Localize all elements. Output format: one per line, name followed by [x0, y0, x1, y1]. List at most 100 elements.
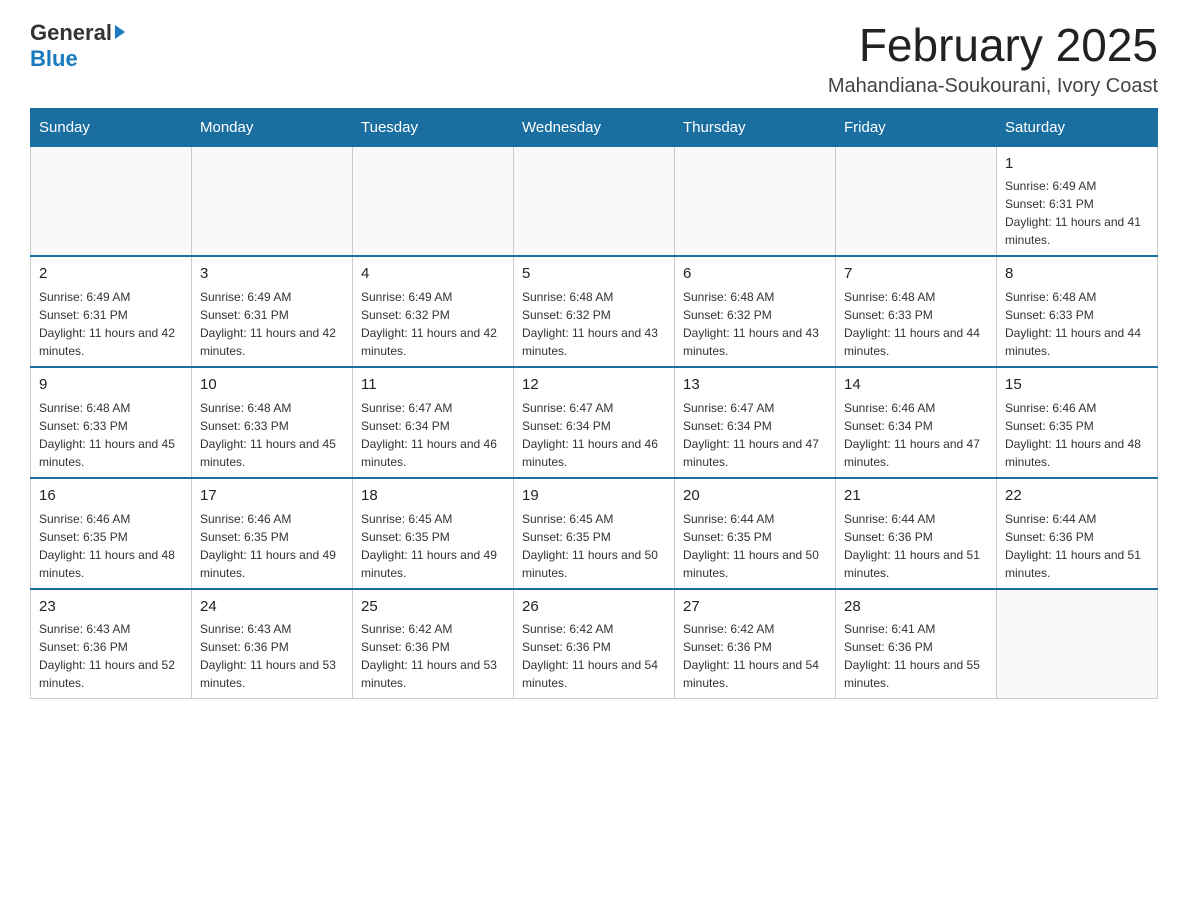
- day-info: Sunrise: 6:49 AM Sunset: 6:31 PM Dayligh…: [1005, 177, 1149, 249]
- calendar-table: SundayMondayTuesdayWednesdayThursdayFrid…: [30, 108, 1158, 700]
- day-number: 16: [39, 485, 183, 507]
- calendar-cell: [353, 146, 514, 256]
- day-info: Sunrise: 6:46 AM Sunset: 6:35 PM Dayligh…: [200, 510, 344, 582]
- day-info: Sunrise: 6:45 AM Sunset: 6:35 PM Dayligh…: [361, 510, 505, 582]
- day-number: 27: [683, 596, 827, 618]
- calendar-cell: 16 Sunrise: 6:46 AM Sunset: 6:35 PM Dayli…: [31, 478, 192, 589]
- day-number: 2: [39, 263, 183, 285]
- calendar-cell: 8 Sunrise: 6:48 AM Sunset: 6:33 PM Daylig…: [997, 256, 1158, 367]
- subtitle: Mahandiana-Soukourani, Ivory Coast: [828, 75, 1158, 98]
- calendar-cell: 3Sunrise: 6:49 AM Sunset: 6:31 PM Daylig…: [192, 256, 353, 367]
- calendar-header-thursday: Thursday: [675, 108, 836, 146]
- calendar-cell: [31, 146, 192, 256]
- calendar-cell: 18Sunrise: 6:45 AM Sunset: 6:35 PM Dayli…: [353, 478, 514, 589]
- day-info: Sunrise: 6:45 AM Sunset: 6:35 PM Dayligh…: [522, 510, 666, 582]
- day-number: 12: [522, 374, 666, 396]
- calendar-header-row: SundayMondayTuesdayWednesdayThursdayFrid…: [31, 108, 1158, 146]
- calendar-header-friday: Friday: [836, 108, 997, 146]
- logo-general-text: General: [30, 20, 112, 46]
- calendar-cell: 12Sunrise: 6:47 AM Sunset: 6:34 PM Dayli…: [514, 367, 675, 478]
- calendar-cell: 23Sunrise: 6:43 AM Sunset: 6:36 PM Dayli…: [31, 589, 192, 699]
- calendar-cell: 7Sunrise: 6:48 AM Sunset: 6:33 PM Daylig…: [836, 256, 997, 367]
- day-number: 10: [200, 374, 344, 396]
- calendar-cell: 28Sunrise: 6:41 AM Sunset: 6:36 PM Dayli…: [836, 589, 997, 699]
- day-info: Sunrise: 6:42 AM Sunset: 6:36 PM Dayligh…: [361, 620, 505, 692]
- calendar-header-wednesday: Wednesday: [514, 108, 675, 146]
- day-number: 15: [1005, 374, 1149, 396]
- day-info: Sunrise: 6:46 AM Sunset: 6:35 PM Dayligh…: [39, 510, 183, 582]
- day-info: Sunrise: 6:46 AM Sunset: 6:35 PM Dayligh…: [1005, 399, 1149, 471]
- calendar-cell: [675, 146, 836, 256]
- day-info: Sunrise: 6:47 AM Sunset: 6:34 PM Dayligh…: [683, 399, 827, 471]
- day-number: 7: [844, 263, 988, 285]
- day-info: Sunrise: 6:43 AM Sunset: 6:36 PM Dayligh…: [39, 620, 183, 692]
- calendar-cell: 5Sunrise: 6:48 AM Sunset: 6:32 PM Daylig…: [514, 256, 675, 367]
- calendar-cell: 14 Sunrise: 6:46 AM Sunset: 6:34 PM Dayli…: [836, 367, 997, 478]
- day-number: 4: [361, 263, 505, 285]
- day-number: 28: [844, 596, 988, 618]
- day-number: 13: [683, 374, 827, 396]
- calendar-week-row: 16 Sunrise: 6:46 AM Sunset: 6:35 PM Dayli…: [31, 478, 1158, 589]
- day-number: 14: [844, 374, 988, 396]
- calendar-cell: 26Sunrise: 6:42 AM Sunset: 6:36 PM Dayli…: [514, 589, 675, 699]
- day-number: 9: [39, 374, 183, 396]
- day-info: Sunrise: 6:48 AM Sunset: 6:33 PM Dayligh…: [1005, 288, 1149, 360]
- calendar-cell: 21 Sunrise: 6:44 AM Sunset: 6:36 PM Dayli…: [836, 478, 997, 589]
- calendar-cell: 2Sunrise: 6:49 AM Sunset: 6:31 PM Daylig…: [31, 256, 192, 367]
- day-info: Sunrise: 6:48 AM Sunset: 6:33 PM Dayligh…: [39, 399, 183, 471]
- calendar-cell: 22 Sunrise: 6:44 AM Sunset: 6:36 PM Dayli…: [997, 478, 1158, 589]
- calendar-cell: [514, 146, 675, 256]
- day-number: 24: [200, 596, 344, 618]
- calendar-cell: 17 Sunrise: 6:46 AM Sunset: 6:35 PM Dayli…: [192, 478, 353, 589]
- calendar-header-sunday: Sunday: [31, 108, 192, 146]
- logo-blue-text: Blue: [30, 46, 78, 72]
- logo-blue-part: [112, 27, 125, 39]
- day-number: 5: [522, 263, 666, 285]
- day-info: Sunrise: 6:49 AM Sunset: 6:31 PM Dayligh…: [200, 288, 344, 360]
- calendar-week-row: 2 Sunrise: 6:49 AM Sunset: 6:31 PM Daylig…: [31, 256, 1158, 367]
- day-info: Sunrise: 6:41 AM Sunset: 6:36 PM Dayligh…: [844, 620, 988, 692]
- calendar-cell: 25Sunrise: 6:42 AM Sunset: 6:36 PM Dayli…: [353, 589, 514, 699]
- day-number: 20: [683, 485, 827, 507]
- calendar-cell: 24Sunrise: 6:43 AM Sunset: 6:36 PM Dayli…: [192, 589, 353, 699]
- calendar-week-row: 1Sunrise: 6:49 AM Sunset: 6:31 PM Daylig…: [31, 146, 1158, 256]
- calendar-cell: 10Sunrise: 6:48 AM Sunset: 6:33 PM Dayli…: [192, 367, 353, 478]
- main-title: February 2025: [828, 20, 1158, 71]
- calendar-header-tuesday: Tuesday: [353, 108, 514, 146]
- day-number: 11: [361, 374, 505, 396]
- day-info: Sunrise: 6:42 AM Sunset: 6:36 PM Dayligh…: [522, 620, 666, 692]
- day-info: Sunrise: 6:42 AM Sunset: 6:36 PM Dayligh…: [683, 620, 827, 692]
- day-number: 26: [522, 596, 666, 618]
- calendar-header-saturday: Saturday: [997, 108, 1158, 146]
- day-info: Sunrise: 6:44 AM Sunset: 6:36 PM Dayligh…: [844, 510, 988, 582]
- calendar-cell: [997, 589, 1158, 699]
- calendar-cell: [836, 146, 997, 256]
- day-info: Sunrise: 6:44 AM Sunset: 6:36 PM Dayligh…: [1005, 510, 1149, 582]
- day-info: Sunrise: 6:44 AM Sunset: 6:35 PM Dayligh…: [683, 510, 827, 582]
- calendar-week-row: 9 Sunrise: 6:48 AM Sunset: 6:33 PM Daylig…: [31, 367, 1158, 478]
- calendar-cell: [192, 146, 353, 256]
- logo-arrow-icon: [115, 25, 125, 39]
- calendar-cell: 11 Sunrise: 6:47 AM Sunset: 6:34 PM Dayli…: [353, 367, 514, 478]
- calendar-cell: 4Sunrise: 6:49 AM Sunset: 6:32 PM Daylig…: [353, 256, 514, 367]
- calendar-cell: 9 Sunrise: 6:48 AM Sunset: 6:33 PM Daylig…: [31, 367, 192, 478]
- logo: General Blue: [30, 20, 125, 72]
- day-number: 21: [844, 485, 988, 507]
- calendar-cell: 20 Sunrise: 6:44 AM Sunset: 6:35 PM Dayli…: [675, 478, 836, 589]
- title-section: February 2025 Mahandiana-Soukourani, Ivo…: [828, 20, 1158, 98]
- day-number: 8: [1005, 263, 1149, 285]
- calendar-cell: 15 Sunrise: 6:46 AM Sunset: 6:35 PM Dayli…: [997, 367, 1158, 478]
- day-number: 1: [1005, 153, 1149, 175]
- day-number: 6: [683, 263, 827, 285]
- day-info: Sunrise: 6:43 AM Sunset: 6:36 PM Dayligh…: [200, 620, 344, 692]
- day-info: Sunrise: 6:47 AM Sunset: 6:34 PM Dayligh…: [361, 399, 505, 471]
- day-number: 19: [522, 485, 666, 507]
- calendar-header-monday: Monday: [192, 108, 353, 146]
- day-number: 22: [1005, 485, 1149, 507]
- day-info: Sunrise: 6:46 AM Sunset: 6:34 PM Dayligh…: [844, 399, 988, 471]
- calendar-cell: 19 Sunrise: 6:45 AM Sunset: 6:35 PM Dayli…: [514, 478, 675, 589]
- calendar-cell: 1Sunrise: 6:49 AM Sunset: 6:31 PM Daylig…: [997, 146, 1158, 256]
- day-number: 25: [361, 596, 505, 618]
- calendar-cell: 6Sunrise: 6:48 AM Sunset: 6:32 PM Daylig…: [675, 256, 836, 367]
- day-number: 17: [200, 485, 344, 507]
